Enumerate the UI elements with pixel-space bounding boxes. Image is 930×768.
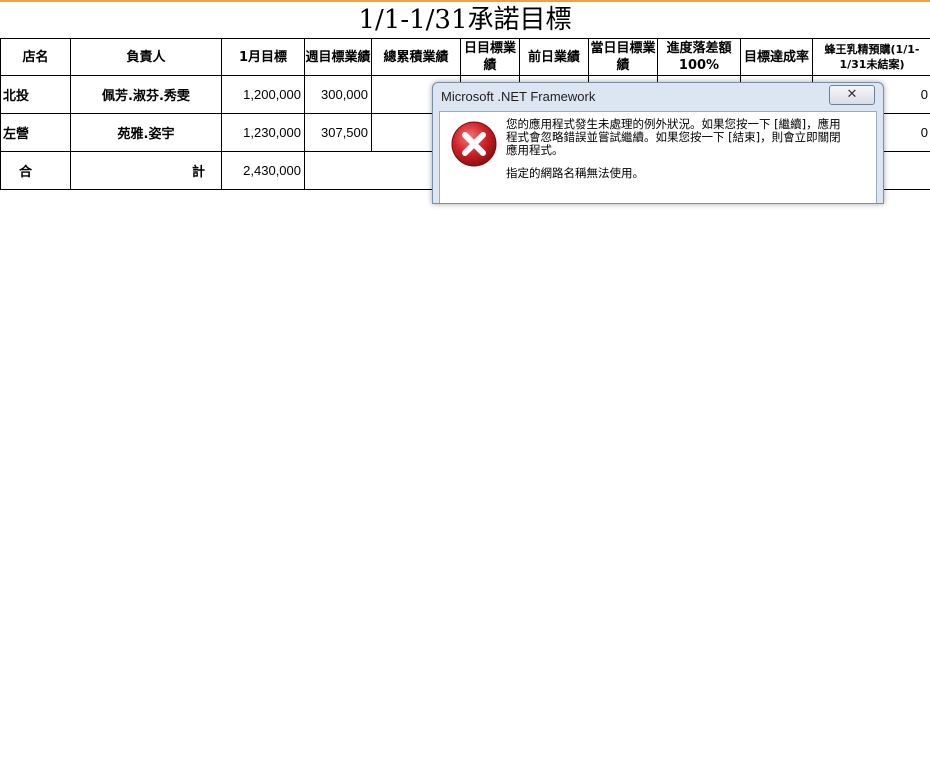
cell-month-target[interactable]: 1,200,000 [221,75,305,114]
close-icon: ✕ [846,87,858,102]
error-icon [451,121,497,167]
header-week-target[interactable]: 週目標業績 [304,38,372,76]
cell-week-target[interactable]: 300,000 [304,75,372,114]
header-preorder[interactable]: 蜂王乳精預購(1/1-1/31未結案) [812,38,930,76]
error-dialog: Microsoft .NET Framework ✕ 您的應用程式發生未處理的例… [432,82,884,204]
total-label-right[interactable]: 計 [70,151,222,190]
cell-store[interactable]: 左營 [0,113,71,152]
total-label-left[interactable]: 合 [0,151,71,190]
header-progress[interactable]: 進度落差額100% [657,38,741,76]
header-row: 店名 負責人 1月目標 週目標業績 總累積業績 日目標業績 前日業績 當日目標業… [0,38,930,76]
header-cumulative[interactable]: 總累積業績 [371,38,461,76]
dialog-title: Microsoft .NET Framework [441,89,596,104]
header-achieve-rate[interactable]: 目標達成率 [740,38,813,76]
header-day-target[interactable]: 日目標業績 [460,38,520,76]
cell-week-target[interactable]: 307,500 [304,113,372,152]
header-manager[interactable]: 負責人 [70,38,222,76]
cell-manager[interactable]: 佩芳.淑芬.秀雯 [70,75,222,114]
header-month-target[interactable]: 1月目標 [221,38,305,76]
dialog-body: 您的應用程式發生未處理的例外狀況。如果您按一下 [繼續]，應用程式會忽略錯誤並嘗… [439,111,877,203]
error-detail: 指定的網路名稱無法使用。 [506,166,644,180]
total-month-target[interactable]: 2,430,000 [221,151,305,190]
close-button[interactable]: ✕ [829,85,875,105]
header-today-target[interactable]: 當日目標業績 [588,38,658,76]
sheet-title: 1/1-1/31承諾目標 [358,5,572,35]
cell-store[interactable]: 北投 [0,75,71,114]
header-prev-day[interactable]: 前日業績 [519,38,589,76]
error-message: 您的應用程式發生未處理的例外狀況。如果您按一下 [繼續]，應用程式會忽略錯誤並嘗… [506,117,841,157]
cell-month-target[interactable]: 1,230,000 [221,113,305,152]
cell-manager[interactable]: 苑雅.姿宇 [70,113,222,152]
header-store[interactable]: 店名 [0,38,71,76]
